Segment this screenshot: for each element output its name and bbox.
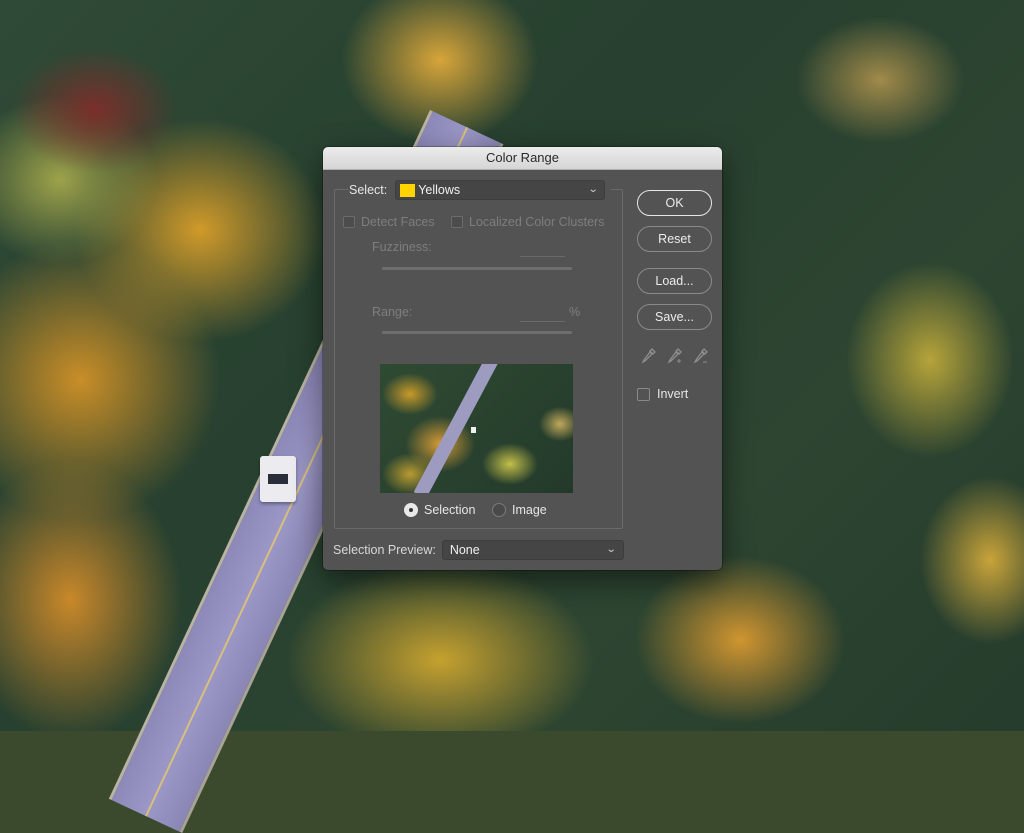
eyedropper-icon[interactable]: [641, 347, 657, 365]
range-slider[interactable]: [382, 331, 572, 334]
select-row: Select: Yellows ⌄: [349, 180, 612, 200]
invert-checkbox[interactable]: Invert: [637, 387, 688, 401]
radio-image[interactable]: Image: [492, 503, 547, 517]
fuzziness-label: Fuzziness:: [372, 240, 432, 254]
detect-faces-label: Detect Faces: [361, 215, 435, 229]
radio-image-indicator[interactable]: [492, 503, 506, 517]
checkbox-box[interactable]: [451, 216, 463, 228]
selection-preview-thumbnail[interactable]: [380, 364, 573, 493]
load-button[interactable]: Load...: [637, 268, 712, 294]
dialog-title[interactable]: Color Range: [323, 147, 722, 170]
preview-road: [413, 364, 502, 493]
localized-clusters-label: Localized Color Clusters: [469, 215, 605, 229]
preview-rv: [471, 427, 476, 433]
selection-preview-row: Selection Preview: None ⌄: [333, 540, 624, 560]
select-value: Yellows: [418, 183, 461, 197]
detect-faces-checkbox[interactable]: Detect Faces: [343, 215, 435, 229]
chevron-down-icon: ⌄: [606, 544, 618, 555]
radio-image-label: Image: [512, 503, 547, 517]
ok-button[interactable]: OK: [637, 190, 712, 216]
rv-window: [268, 474, 288, 484]
selection-preview-label: Selection Preview:: [333, 543, 436, 557]
select-dropdown[interactable]: Yellows ⌄: [395, 180, 606, 200]
eyedropper-plus-icon[interactable]: [667, 347, 683, 365]
chevron-down-icon: ⌄: [587, 184, 599, 195]
localized-clusters-checkbox[interactable]: Localized Color Clusters: [451, 215, 604, 229]
eyedropper-tools: [641, 347, 709, 365]
radio-selection[interactable]: Selection: [404, 503, 475, 517]
yellow-swatch-icon: [400, 183, 416, 197]
color-range-dialog: Color Range Select: Yellows ⌄ Detect Fac…: [323, 147, 722, 570]
eyedropper-minus-icon[interactable]: [693, 347, 709, 365]
invert-label: Invert: [657, 387, 689, 401]
rv-vehicle: [260, 456, 296, 502]
checkbox-box[interactable]: [343, 216, 355, 228]
range-unit: %: [569, 305, 581, 319]
selection-preview-dropdown[interactable]: None ⌄: [441, 540, 624, 560]
fuzziness-slider[interactable]: [382, 267, 572, 270]
selection-preview-value: None: [449, 543, 480, 557]
invert-checkbox-box[interactable]: [637, 387, 650, 401]
radio-selection-label: Selection: [424, 503, 476, 517]
radio-selection-indicator[interactable]: [404, 503, 418, 517]
range-input[interactable]: [520, 321, 565, 322]
save-button[interactable]: Save...: [637, 304, 712, 330]
range-label: Range:: [372, 305, 413, 319]
fuzziness-input[interactable]: [520, 256, 565, 257]
reset-button[interactable]: Reset: [637, 226, 712, 252]
select-label: Select:: [349, 183, 388, 197]
